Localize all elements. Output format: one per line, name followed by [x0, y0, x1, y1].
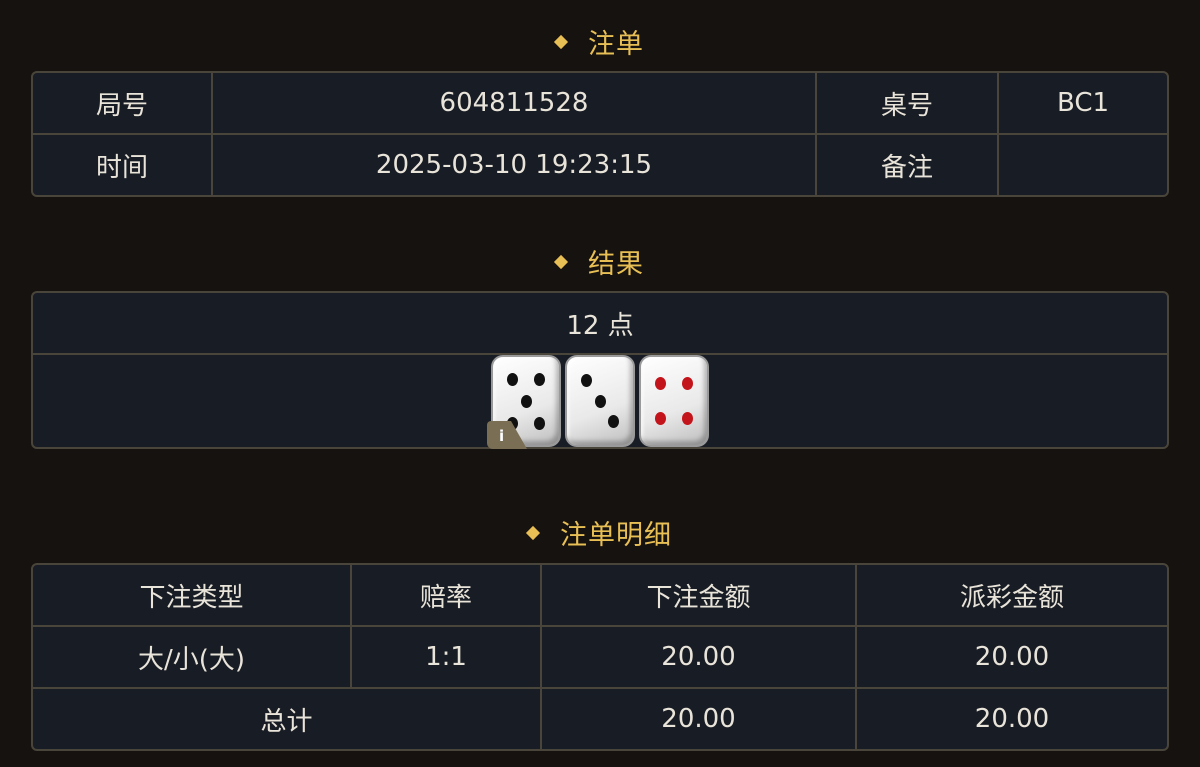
die-pip: [681, 376, 693, 390]
payout-amount: 20.00: [857, 627, 1167, 689]
order-info-table: 局号 604811528 桌号 BC1 时间 2025-03-10 19:23:…: [31, 71, 1169, 197]
table-row: 局号 604811528 桌号 BC1: [33, 73, 1167, 135]
die-pip: [655, 376, 667, 390]
table-total-row: 总计 20.00 20.00: [33, 689, 1167, 749]
die-pip: [581, 374, 593, 388]
diamond-icon: [553, 34, 569, 49]
total-payout-amount: 20.00: [974, 704, 1050, 734]
die-pip: [594, 394, 606, 408]
result-table: 12 点 i: [31, 291, 1169, 449]
remark-value: [999, 135, 1167, 195]
order-title: 注单: [588, 29, 644, 60]
diamond-icon: [525, 525, 541, 540]
die-pip: [507, 372, 519, 386]
die-4-icon: [639, 355, 709, 447]
die-pip: [607, 414, 619, 428]
result-title: 结果: [588, 249, 644, 280]
table-label: 桌号: [817, 73, 999, 135]
die-3-icon: [565, 355, 635, 447]
diamond-icon: [553, 254, 569, 269]
total-bet-amount: 20.00: [542, 689, 857, 749]
table-row: 时间 2025-03-10 19:23:15 备注: [33, 135, 1167, 195]
order-section-title: 注单: [0, 22, 1200, 61]
bet-amount: 20.00: [542, 627, 857, 689]
header-payout-amount: 派彩金额: [857, 565, 1167, 627]
round-value: 604811528: [213, 73, 817, 135]
result-section-title: 结果: [0, 242, 1200, 281]
dice-group: i: [487, 355, 709, 449]
die-pip: [533, 372, 545, 386]
detail-title: 注单明细: [560, 520, 672, 551]
die-pip: [520, 394, 532, 408]
total-label: 总计: [33, 689, 542, 749]
header-bet-type: 下注类型: [33, 565, 352, 627]
time-value: 2025-03-10 19:23:15: [213, 135, 817, 195]
table-row: 大/小(大) 1:1 20.00 20.00: [33, 627, 1167, 689]
die-pip: [655, 412, 667, 426]
table-header-row: 下注类型 赔率 下注金额 派彩金额: [33, 565, 1167, 627]
info-icon-glyph: i: [499, 427, 505, 445]
detail-section-title: 注单明细: [0, 513, 1200, 552]
result-points: 12 点: [33, 293, 1167, 355]
table-row: i: [33, 355, 1167, 449]
header-bet-amount: 下注金额: [542, 565, 857, 627]
bet-detail-table: 下注类型 赔率 下注金额 派彩金额 大/小(大) 1:1 20.00 20.00…: [31, 563, 1169, 751]
remark-label: 备注: [817, 135, 999, 195]
table-row: 12 点: [33, 293, 1167, 355]
die-pip: [681, 412, 693, 426]
header-odds: 赔率: [352, 565, 542, 627]
bet-type: 大/小(大): [33, 627, 352, 689]
time-label: 时间: [33, 135, 213, 195]
die-pip: [533, 416, 545, 430]
table-value: BC1: [999, 73, 1167, 135]
round-label: 局号: [33, 73, 213, 135]
dice-cell: i: [33, 355, 1167, 449]
odds-value: 1:1: [352, 627, 542, 689]
